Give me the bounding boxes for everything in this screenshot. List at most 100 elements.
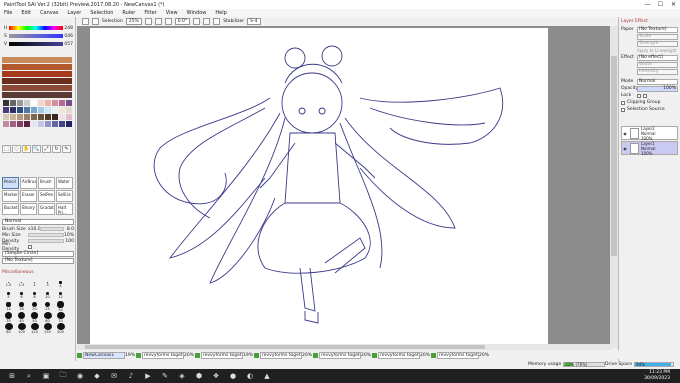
horizontal-scroll-thumb[interactable]: [85, 345, 485, 349]
color-swatch[interactable]: [37, 113, 44, 120]
color-swatch[interactable]: [37, 99, 44, 106]
rotate-left-button[interactable]: [164, 18, 172, 25]
min-density-row[interactable]: Min Density: [2, 242, 74, 252]
taskbar-app-icon[interactable]: ▣: [41, 371, 51, 381]
menu-edit[interactable]: Edit: [21, 10, 31, 16]
brush-size-preset[interactable]: 40: [18, 312, 25, 323]
color-swatch[interactable]: [23, 113, 30, 120]
rotation-field[interactable]: 0.0°: [174, 18, 191, 25]
brush-texture-select[interactable]: [No Texture]: [2, 258, 74, 264]
brush-size-preset[interactable]: 35: [5, 312, 12, 323]
tool-icon[interactable]: 🔍: [32, 145, 41, 153]
menu-window[interactable]: Window: [187, 10, 207, 16]
maximize-button[interactable]: ☐: [654, 0, 667, 9]
taskbar-app-icon[interactable]: ●: [228, 371, 238, 381]
tool-icon[interactable]: ⤢: [42, 145, 51, 153]
menu-help[interactable]: Help: [215, 10, 226, 16]
color-swatch[interactable]: [9, 99, 16, 106]
opacity-slider[interactable]: 100%: [637, 85, 678, 92]
brush-size-preset[interactable]: 20: [32, 301, 37, 312]
brush-size-row[interactable]: Brush Size x10.0 8.0: [2, 226, 74, 232]
canvas-tab[interactable]: NewCanvas1 19%: [77, 351, 135, 359]
color-swatch[interactable]: [65, 106, 72, 113]
color-swatch[interactable]: [44, 113, 51, 120]
color-swatch[interactable]: [44, 99, 51, 106]
taskbar-app-icon[interactable]: ⊞: [7, 371, 17, 381]
strength-field[interactable]: Strength: [637, 40, 678, 47]
color-swatch[interactable]: [44, 120, 51, 127]
brush-tool-10[interactable]: Gradati...: [38, 203, 55, 215]
color-swatch[interactable]: [16, 120, 23, 127]
color-swatch[interactable]: [2, 99, 9, 106]
brush-shape-select[interactable]: [Simple Circle]: [2, 251, 74, 257]
canvas-tab[interactable]: revvyforms toget... 20%: [254, 351, 312, 359]
menu-selection[interactable]: Selection: [90, 10, 113, 16]
close-button[interactable]: ✕: [667, 0, 680, 9]
menu-file[interactable]: File: [4, 10, 12, 16]
scale-field[interactable]: Scale: [637, 33, 678, 40]
mode-select[interactable]: Normal: [637, 78, 678, 85]
min-density-checkbox[interactable]: [28, 245, 32, 249]
color-swatch[interactable]: [2, 113, 9, 120]
effect-select[interactable]: [No effect]: [637, 54, 678, 61]
color-swatch[interactable]: [58, 120, 65, 127]
canvas-viewport[interactable]: [77, 26, 612, 348]
color-swatch[interactable]: [9, 120, 16, 127]
brush-tool-7[interactable]: SelEra: [56, 190, 73, 202]
color-swatch[interactable]: [51, 99, 58, 106]
color-swatch[interactable]: [9, 106, 16, 113]
brush-size-preset[interactable]: 1.5: [19, 279, 24, 290]
tool-icon[interactable]: ✎: [62, 145, 71, 153]
zoom-out-button[interactable]: [144, 18, 152, 25]
color-swatch[interactable]: [16, 106, 23, 113]
brush-size-preset[interactable]: 6: [20, 290, 23, 301]
color-swatch[interactable]: [23, 99, 30, 106]
color-swatch[interactable]: [30, 113, 37, 120]
color-swatch[interactable]: [2, 106, 9, 113]
menu-filter[interactable]: Filter: [144, 10, 156, 16]
color-swatch[interactable]: [37, 106, 44, 113]
color-swatch[interactable]: [58, 106, 65, 113]
min-size-bar[interactable]: [28, 233, 64, 237]
taskbar-app-icon[interactable]: ◆: [92, 371, 102, 381]
canvas-tab[interactable]: revvyforms toget... 20%: [431, 351, 489, 359]
brush-size-preset[interactable]: 60: [43, 312, 52, 323]
apply-lineweight-label[interactable]: Apply to Lineweight: [637, 48, 677, 53]
brush-size-preset[interactable]: 50: [30, 312, 39, 323]
color-swatch[interactable]: [65, 113, 72, 120]
brush-size-bar[interactable]: [40, 227, 64, 231]
color-swatch[interactable]: [65, 99, 72, 106]
brush-tool-9[interactable]: Binary: [20, 203, 37, 215]
saturation-slider[interactable]: S 046: [4, 33, 74, 39]
taskbar-app-icon[interactable]: 🗀: [58, 371, 68, 381]
color-swatch[interactable]: [30, 99, 37, 106]
brush-size-preset[interactable]: 14: [6, 301, 11, 312]
color-swatch[interactable]: [58, 113, 65, 120]
tool-icon[interactable]: ↻: [52, 145, 61, 153]
color-swatch[interactable]: [30, 120, 37, 127]
saturation-bar[interactable]: [9, 34, 63, 38]
zoom-field[interactable]: 25%: [125, 18, 142, 25]
color-swatch[interactable]: [51, 106, 58, 113]
brush-tool-5[interactable]: Eraser: [20, 190, 37, 202]
brush-size-preset[interactable]: 3: [46, 279, 49, 290]
taskbar-app-icon[interactable]: ◐: [245, 371, 255, 381]
tool-icon[interactable]: ⬚: [2, 145, 11, 153]
color-swatch[interactable]: [16, 113, 23, 120]
color-swatch[interactable]: [23, 120, 30, 127]
layer-item-layer1[interactable]: ◉ Layer1 Normal 100%: [621, 141, 678, 156]
brush-size-preset[interactable]: 4: [59, 279, 62, 290]
horizontal-scrollbar[interactable]: [77, 344, 612, 350]
taskbar-app-icon[interactable]: ✎: [160, 371, 170, 381]
invert-selection-button[interactable]: [92, 18, 99, 25]
brush-size-preset[interactable]: 8: [32, 290, 37, 301]
mixer-strip[interactable]: [2, 64, 72, 70]
selection-source-checkbox[interactable]: [621, 107, 625, 112]
brush-size-preset[interactable]: 2: [33, 279, 36, 290]
brush-tool-6[interactable]: SelPen: [38, 190, 55, 202]
brush-size-preset[interactable]: 16: [19, 301, 24, 312]
stabilizer-select[interactable]: S-4: [247, 18, 261, 25]
color-swatch[interactable]: [16, 99, 23, 106]
paper-select[interactable]: [No Texture]: [637, 26, 678, 33]
drawing-canvas[interactable]: [90, 28, 548, 346]
